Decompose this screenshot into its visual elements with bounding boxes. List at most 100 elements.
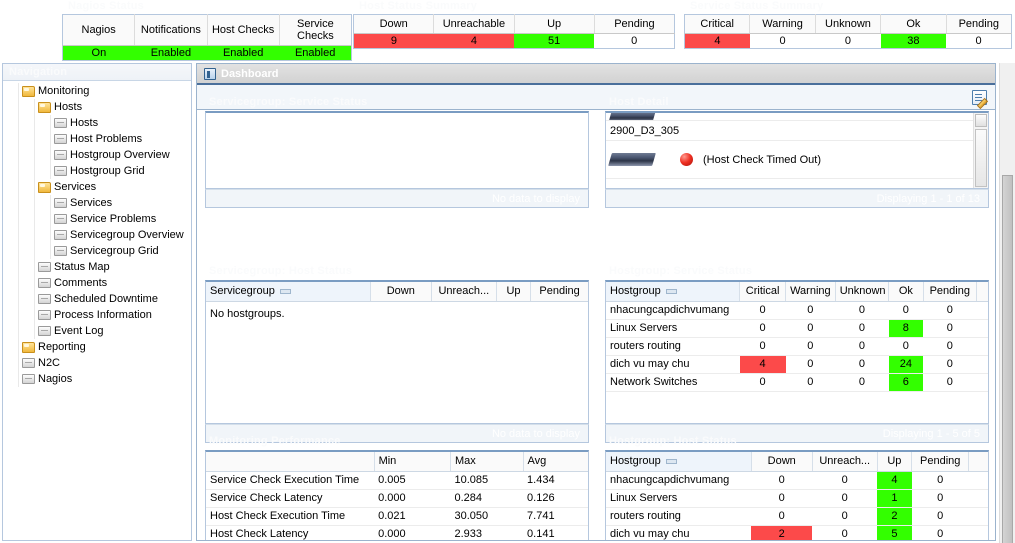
status-cell: 0 [888, 301, 924, 320]
column-header[interactable]: Unknown [835, 282, 890, 302]
column-header[interactable]: Unreach... [431, 282, 497, 302]
portlet-body [205, 111, 589, 189]
portlet-scrollbar[interactable] [973, 113, 988, 188]
column-header-label: Servicegroup [210, 285, 275, 298]
sidebar-item-hostgroup-overview[interactable]: Hostgroup Overview [3, 147, 191, 163]
column-header[interactable]: Critical [684, 14, 751, 34]
table-header-row: Critical Warning Unknown Ok Pending [684, 14, 1012, 34]
sidebar-item-monitoring[interactable]: Monitoring [3, 83, 191, 99]
column-header[interactable]: Service Checks [279, 14, 352, 46]
column-header[interactable]: Max [450, 452, 524, 472]
dashboard-column-left: Servicegroup: Service Status No data to … [197, 96, 597, 540]
sidebar-item-hosts[interactable]: Hosts [3, 115, 191, 131]
column-header[interactable]: Host Checks [207, 14, 280, 46]
column-header[interactable]: Critical [739, 282, 787, 302]
column-header[interactable]: Warning [749, 14, 816, 34]
status-cell: 0 [923, 337, 977, 356]
column-header[interactable]: Ok [888, 282, 924, 302]
column-header[interactable]: Notifications [134, 14, 208, 46]
sidebar-item-servicegroup-grid[interactable]: Servicegroup Grid [3, 243, 191, 259]
column-header[interactable]: Avg [523, 452, 588, 472]
column-header[interactable] [206, 452, 375, 472]
metric-value: 0.141 [523, 525, 588, 540]
tree-indent [35, 131, 51, 147]
sidebar-item-services[interactable]: Services [3, 179, 191, 195]
scroll-up-button[interactable] [975, 114, 987, 127]
column-header[interactable]: Down [751, 452, 813, 472]
sort-handle-icon[interactable] [665, 288, 677, 294]
column-header-hostgroup[interactable]: Hostgroup [606, 282, 741, 302]
tree-indent [19, 163, 35, 179]
sort-handle-icon[interactable] [665, 458, 677, 464]
sidebar-item-hosts[interactable]: Hosts [3, 99, 191, 115]
sidebar-item-service-problems[interactable]: Service Problems [3, 211, 191, 227]
status-cell: 24 [888, 355, 924, 374]
portlet-title: Hostgroup: Host Status [609, 435, 737, 447]
sidebar-item-event-log[interactable]: Event Log [3, 323, 191, 339]
table-header-row: Servicegroup Down Unreach... Up Pending [206, 282, 588, 302]
service-status-summary-panel: Service Status Summary Critical Warning … [684, 0, 1012, 49]
column-header[interactable]: Pending [594, 14, 675, 34]
sidebar-item-n2c[interactable]: N2C [3, 355, 191, 371]
column-header[interactable]: Up [877, 452, 913, 472]
column-header[interactable]: Pending [923, 282, 978, 302]
column-header[interactable]: Down [370, 282, 432, 302]
scrollbar-thumb[interactable] [975, 129, 987, 187]
status-cell: 0 [751, 471, 813, 490]
table-row: 9 4 51 0 [353, 33, 675, 49]
sidebar-item-servicegroup-overview[interactable]: Servicegroup Overview [3, 227, 191, 243]
column-header[interactable]: Pending [946, 14, 1012, 34]
sidebar-item-host-problems[interactable]: Host Problems [3, 131, 191, 147]
column-header[interactable]: Unreach... [812, 452, 878, 472]
column-header[interactable]: Up [514, 14, 595, 34]
sidebar-item-label: Comments [54, 277, 108, 289]
portlet-host-detail: Host Detail 2900_D3_305 (Host Check Time… [605, 96, 989, 214]
row-label: dich vu may chu [606, 525, 752, 540]
table-row: Host Check Execution Time 0.021 30.050 7.74… [206, 507, 588, 526]
column-header[interactable]: Up [496, 282, 532, 302]
tree-indent [35, 243, 51, 259]
column-header[interactable]: Min [374, 452, 451, 472]
column-header[interactable]: Unreachable [433, 14, 515, 34]
metric-value: 2.933 [450, 525, 524, 540]
metric-value: 0.000 [374, 525, 451, 540]
column-header-spacer [976, 282, 988, 302]
sidebar-item-services[interactable]: Services [3, 195, 191, 211]
tree-indent [3, 243, 19, 259]
sidebar-item-comments[interactable]: Comments [3, 275, 191, 291]
status-cell: 0 [923, 355, 977, 374]
status-cell [968, 471, 988, 490]
column-header[interactable]: Ok [880, 14, 947, 34]
dashboard-window: Dashboard Servicegroup: Service Status N… [196, 63, 996, 541]
host-status-summary-title: Host Status Summary [359, 0, 478, 12]
list-item[interactable]: 2900_D3_305 [606, 121, 988, 141]
table-header-row: Nagios Notifications Host Checks Service… [62, 14, 352, 46]
column-header[interactable]: Pending [911, 452, 970, 472]
column-header[interactable]: Warning [785, 282, 836, 302]
service-ok-count: 38 [880, 33, 947, 49]
column-header[interactable]: Pending [530, 282, 588, 302]
sidebar-item-hostgroup-grid[interactable]: Hostgroup Grid [3, 163, 191, 179]
sidebar-item-status-map[interactable]: Status Map [3, 259, 191, 275]
sidebar-item-reporting[interactable]: Reporting [3, 339, 191, 355]
page-scrollbar-thumb[interactable] [1002, 175, 1013, 543]
page-icon [19, 374, 37, 384]
column-header-servicegroup[interactable]: Servicegroup [206, 282, 371, 302]
page-icon-glyph [37, 310, 51, 320]
sidebar-item-scheduled-downtime[interactable]: Scheduled Downtime [3, 291, 191, 307]
dashboard-column-right: Host Detail 2900_D3_305 (Host Check Time… [597, 96, 995, 540]
status-cell: 0 [835, 319, 889, 338]
servicegroup-host-status-table: Servicegroup Down Unreach... Up Pending … [206, 282, 588, 322]
sidebar-item-nagios[interactable]: Nagios [3, 371, 191, 387]
column-header-hostgroup[interactable]: Hostgroup [606, 452, 752, 472]
list-item[interactable]: (Host Check Timed Out) [606, 141, 988, 179]
page-scrollbar[interactable] [999, 63, 1015, 543]
column-header[interactable]: Down [353, 14, 435, 34]
sort-handle-icon[interactable] [279, 288, 291, 294]
list-item[interactable] [606, 113, 988, 121]
status-cell: 1 [877, 489, 912, 508]
column-header[interactable]: Nagios [62, 14, 136, 46]
sidebar-item-process-information[interactable]: Process Information [3, 307, 191, 323]
status-cell: 0 [888, 337, 924, 356]
column-header[interactable]: Unknown [815, 14, 882, 34]
